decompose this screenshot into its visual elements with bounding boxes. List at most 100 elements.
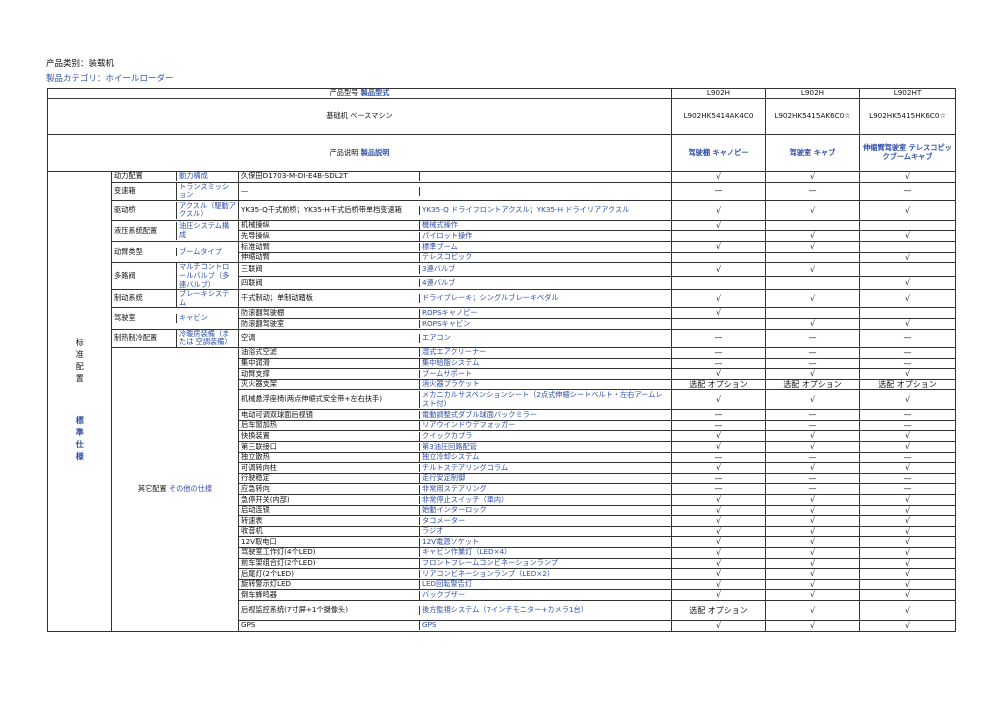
spec-item-cn: 倒车蜂鸣器 xyxy=(240,591,420,600)
availability-mark: 选配 オプション xyxy=(671,599,766,621)
spec-row: 动臂类型 ブームタイプ 标准动臂 標準ブーム √ √ xyxy=(48,241,956,264)
availability-mark: — xyxy=(765,419,860,432)
spec-item-cn: GPS xyxy=(240,621,420,631)
availability-mark: √ xyxy=(671,389,766,411)
availability-mark: √ xyxy=(859,368,956,380)
model-col-1: L902H xyxy=(671,88,766,99)
availability-mark: √ xyxy=(859,171,956,183)
availability-mark: — xyxy=(859,419,956,432)
spec-item-cn: 久保田D1703-M-DI-E4B-SDL2T xyxy=(240,172,420,182)
spec-item-cn: — xyxy=(240,186,420,196)
availability-mark xyxy=(765,219,860,232)
availability-mark: √ xyxy=(765,241,860,253)
availability-mark: √ xyxy=(765,171,860,183)
spec-item-cn: 旋转警示灯LED xyxy=(240,580,420,589)
spec-item-jp: リアコンビネーションランプ（LED×2） xyxy=(422,568,555,578)
spec-row: 多路阀 マルチコントロールバルブ（多連バルブ） 三联阀 3連バルブ √ √ xyxy=(48,262,956,291)
spec-item-cell: 倒车蜂鸣器 バックブザー xyxy=(238,589,672,601)
group-label-cn: 制动系统 xyxy=(113,290,177,307)
spec-item-cn: 急停开关(内部) xyxy=(240,496,420,505)
spec-item-cell: 久保田D1703-M-DI-E4B-SDL2T xyxy=(238,171,672,183)
spec-item-cell: 三联阀 3連バルブ xyxy=(238,262,672,277)
availability-mark xyxy=(859,262,956,277)
availability-mark: √ xyxy=(765,504,860,517)
product-category-line-jp: 製品カテゴリ：ホイールローダー xyxy=(46,74,174,84)
spec-item-cn: 干式制动；单制动踏板 xyxy=(240,294,420,304)
availability-mark: √ xyxy=(671,525,766,538)
spec-item-jp: パイロット操作 xyxy=(422,230,473,240)
header-model-row: 产品型号 製品型式 L902H L902H L902HT xyxy=(47,88,956,99)
availability-mark: √ xyxy=(765,262,860,277)
availability-mark: √ xyxy=(859,620,956,632)
availability-mark: √ xyxy=(671,547,766,559)
availability-mark: √ xyxy=(859,389,956,411)
availability-mark: √ xyxy=(671,368,766,380)
spec-item-cn: 防滚翻驾驶棚 xyxy=(240,309,420,318)
group-label-jp: アクスル（駆動アクスル） xyxy=(179,200,236,219)
availability-mark: √ xyxy=(859,462,956,474)
availability-mark: — xyxy=(859,451,956,464)
spec-item-cell: 灭火器支架 消火器ブラケット xyxy=(238,378,672,391)
spec-item-jp: LED回転警告灯 xyxy=(422,579,473,589)
group-label-cn: 动力配置 xyxy=(113,172,177,182)
availability-mark: √ xyxy=(671,441,766,453)
group-label-cell: 驱动桥 アクスル（駆動アクスル） xyxy=(111,199,239,221)
availability-mark: — xyxy=(671,451,766,464)
other-group-label-cn: 其它配置 xyxy=(137,483,167,493)
group-label-jp: マルチコントロールバルブ（多連バルブ） xyxy=(179,262,230,289)
spec-item-jp: YK35-Q ドライフロントアクスル；YK35-H ドライリアアクスル xyxy=(422,205,630,215)
availability-mark: √ xyxy=(765,494,860,506)
spec-item-cn: 转速表 xyxy=(240,517,420,526)
spec-item-jp: メカニカルサスペンションシート（2点式伸縮シートベルト・左右アームレスト付） xyxy=(422,390,663,408)
spec-row: 液压系统配置 油圧システム構成 机械操纵 機械式操作 √ xyxy=(48,219,956,243)
spec-row: 变速箱 トランスミッション — — — — xyxy=(48,181,956,201)
group-label-cell: 动臂类型 ブームタイプ xyxy=(111,241,239,264)
availability-mark: √ xyxy=(765,589,860,601)
availability-mark: √ xyxy=(859,504,956,517)
spec-item-jp: バックブザー xyxy=(422,589,466,599)
availability-mark: √ xyxy=(859,230,956,243)
availability-mark: — xyxy=(671,181,766,201)
availability-mark: √ xyxy=(671,504,766,517)
spec-row: 其它配置 その他の仕様 油浴式空滤 湿式エアクリーナー — — — xyxy=(48,346,956,632)
spec-item-cell: 电动可调双球面后视镜 電動調整式ダブル球面バックミラー xyxy=(238,409,672,421)
spec-item-cn: 启动连锁 xyxy=(240,506,420,515)
availability-mark: √ xyxy=(765,289,860,309)
availability-mark: — xyxy=(859,357,956,370)
base-label-cn: 基础机 xyxy=(326,111,348,121)
availability-mark: √ xyxy=(671,494,766,506)
group-label-jp: 油圧システム構成 xyxy=(179,221,230,239)
spec-item-cell: 伸缩动臂 テレスコピック xyxy=(238,251,672,264)
spec-item-jp: テレスコピック xyxy=(422,252,473,262)
availability-mark: — xyxy=(671,472,766,485)
header-desc-row: 产品说明 製品説明 驾驶棚 キャノピー 驾驶室 キャブ 伸缩臂驾驶室 テレスコピ… xyxy=(47,134,956,172)
spec-item-cell: 机械悬浮座椅(两点伸缩式安全带+左右扶手) メカニカルサスペンションシート（2点式… xyxy=(238,389,672,411)
spec-item-jp: 独立冷却システム xyxy=(422,452,480,462)
group-label-cn: 变速箱 xyxy=(113,183,177,200)
spec-item-jp: 4連バルブ xyxy=(422,277,456,287)
spec-item-cell: — xyxy=(238,181,672,201)
availability-mark: √ xyxy=(671,578,766,591)
availability-mark: √ xyxy=(859,599,956,621)
availability-mark: — xyxy=(765,346,860,359)
availability-mark: √ xyxy=(859,578,956,591)
model-label-cn: 产品型号 xyxy=(329,88,359,98)
spec-item-cn: 伸缩动臂 xyxy=(240,253,420,262)
spec-item-cell: 应急转向 非常用ステアリング xyxy=(238,483,672,496)
spec-row: 驱动桥 アクスル（駆動アクスル） YK35-Q干式前桥；YK35-H干式后桥带单档变… xyxy=(48,199,956,221)
group-label-cell: 多路阀 マルチコントロールバルブ（多連バルブ） xyxy=(111,262,239,291)
availability-mark: √ xyxy=(859,525,956,538)
spec-item-cn: 后视监控系统(7寸屏+1个摄像头) xyxy=(240,606,420,615)
spec-item-jp: 12V電源ソケット xyxy=(422,536,480,546)
group-label-cn: 制热制冷配置 xyxy=(113,330,177,347)
availability-mark: √ xyxy=(671,515,766,527)
group-label-cell: 液压系统配置 油圧システム構成 xyxy=(111,219,239,243)
spec-item-cell: 空调 エアコン xyxy=(238,328,672,348)
spec-item-jp: フロントフレームコンビネーションランプ xyxy=(422,558,558,568)
availability-mark: √ xyxy=(765,230,860,243)
availability-mark: √ xyxy=(671,219,766,232)
spec-item-cell: 驾驶室工作灯(4个LED) キャビン作業灯（LED×4） xyxy=(238,547,672,559)
availability-mark: √ xyxy=(859,557,956,570)
spec-item-cn: 第三联接口 xyxy=(240,443,420,452)
model-label-cell: 产品型号 製品型式 xyxy=(47,88,672,99)
